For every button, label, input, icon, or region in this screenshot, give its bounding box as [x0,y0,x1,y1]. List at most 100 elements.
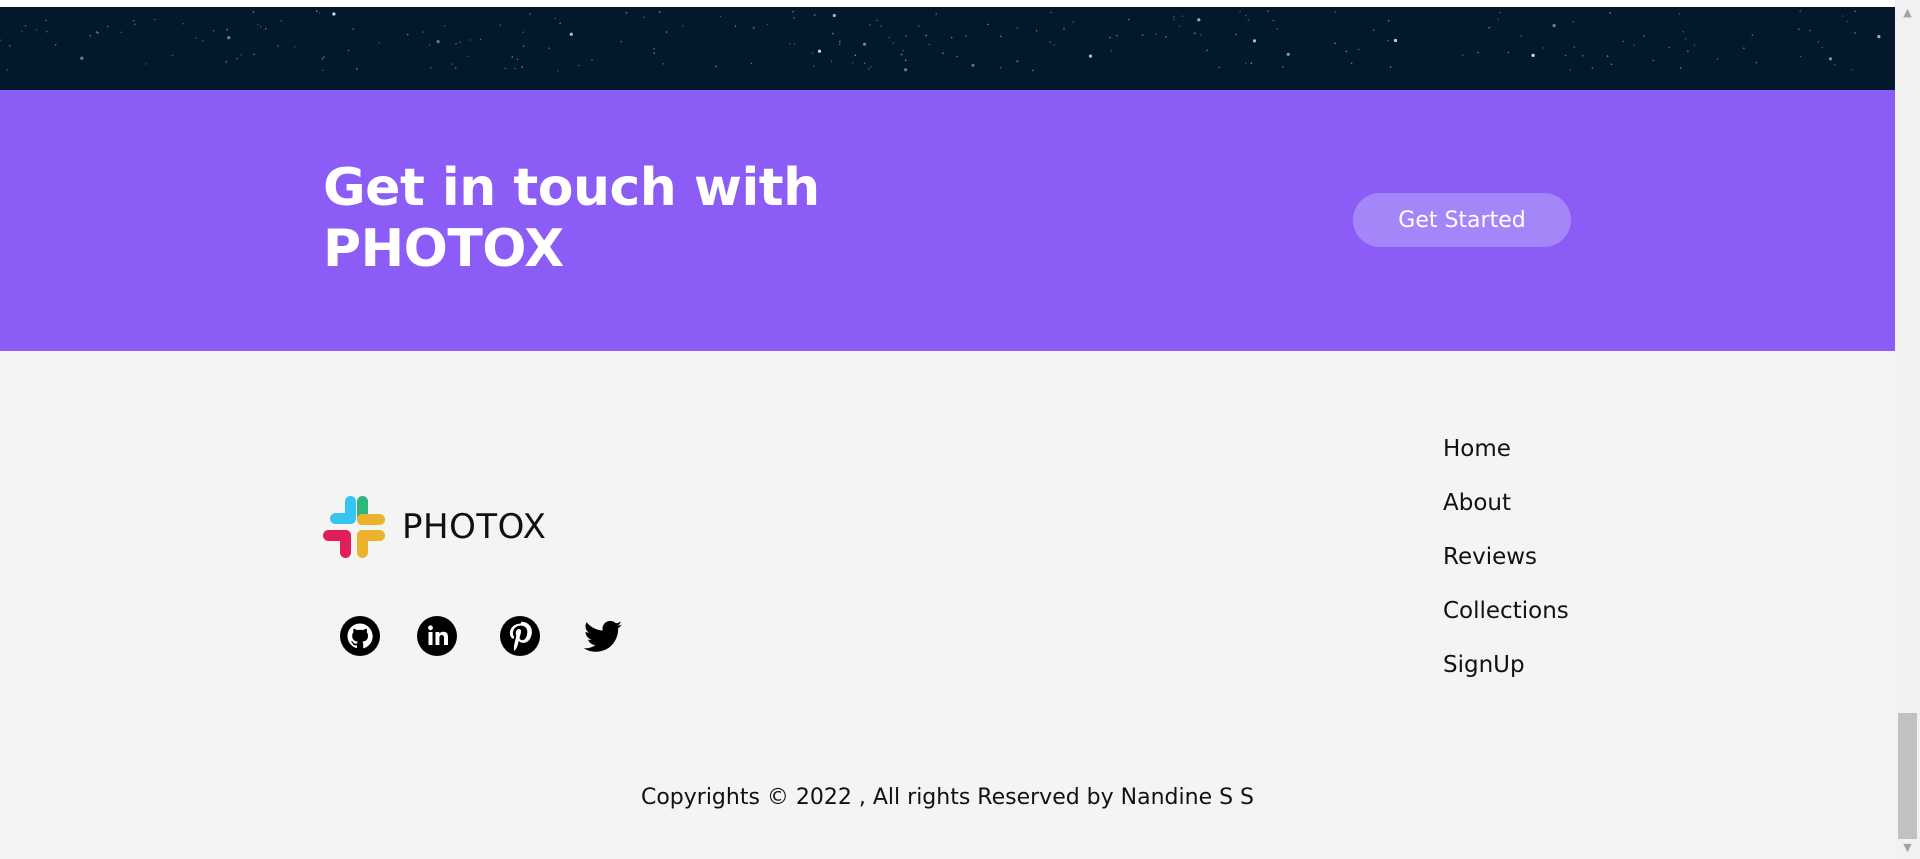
star [1286,52,1290,56]
pinterest-link[interactable] [499,615,541,657]
star [1821,46,1824,49]
star [867,68,870,70]
star [80,56,84,60]
nav-link-collections[interactable]: Collections [1443,598,1569,624]
star [6,68,8,71]
star [1488,26,1490,29]
star [277,45,279,47]
star [817,49,822,53]
nav-link-home[interactable]: Home [1443,436,1511,462]
star [1032,69,1034,72]
star [1678,13,1681,15]
star [1235,33,1237,36]
star [252,11,255,13]
scroll-up-arrow-icon[interactable]: ▲ [1895,2,1920,22]
star [1606,55,1609,57]
star [1573,46,1576,48]
star [1250,62,1253,64]
star [1682,30,1685,33]
star [1016,26,1019,29]
star [280,20,283,22]
star [21,30,23,33]
star [839,40,841,43]
star [428,44,431,46]
star [892,42,895,44]
star [1194,32,1196,34]
star [1357,48,1360,51]
brand-link[interactable]: PHOTOX [323,496,546,558]
star [880,25,882,27]
vertical-scrollbar[interactable]: ▲ ▼ [1895,0,1920,859]
star [1679,67,1682,69]
star [653,52,656,54]
nav-link-signup[interactable]: SignUp [1443,652,1525,678]
star [259,25,262,28]
star [1141,34,1144,36]
pinterest-icon [500,616,540,656]
star [318,12,321,14]
star [554,17,556,20]
top-edge [0,0,1895,7]
star [120,31,123,34]
twitter-link[interactable] [582,615,624,657]
star [1842,15,1844,17]
star [1854,32,1856,34]
star [1016,60,1018,63]
star [1072,21,1075,23]
star [1245,14,1247,17]
star [559,22,561,25]
star [1591,67,1594,69]
star [1520,34,1522,37]
star [225,60,228,63]
star [1110,49,1113,52]
star [854,54,857,57]
star [925,34,927,37]
star [935,13,937,15]
star [521,66,523,68]
star [838,43,841,45]
star [1393,38,1398,43]
cta-section [0,90,1895,351]
star [1817,41,1820,43]
star [264,28,267,30]
star [870,65,872,68]
star [1199,34,1202,36]
star [1609,12,1611,14]
get-started-button[interactable]: Get Started [1353,193,1571,247]
star [1389,66,1392,68]
nav-link-about[interactable]: About [1443,490,1511,516]
star [332,12,336,16]
scrollbar-thumb[interactable] [1898,713,1917,839]
star [1622,40,1624,43]
star [1000,35,1002,38]
nav-link-reviews[interactable]: Reviews [1443,544,1537,570]
star [1218,66,1221,69]
star [1372,29,1375,32]
page: Get in touch with PHOTOX Get Started PHO… [0,0,1920,859]
star [154,18,156,21]
star [658,11,661,13]
star [942,52,944,54]
star [813,65,815,67]
star [1477,51,1479,54]
linkedin-link[interactable] [416,615,458,657]
star [1155,33,1158,35]
star [182,22,184,25]
star [1063,27,1065,30]
github-link[interactable] [339,615,381,657]
star [35,28,38,31]
star [793,17,795,19]
scroll-down-arrow-icon[interactable]: ▼ [1895,837,1920,857]
star [715,65,717,68]
star [322,69,324,71]
star [965,35,967,37]
star [832,32,834,35]
star [1633,44,1635,46]
star [917,25,920,27]
footer-nav: Home About Reviews Collections SignUp [1443,422,1569,692]
star [422,31,424,33]
star [1668,46,1671,49]
star [469,39,471,41]
star [1050,11,1052,14]
star [511,56,514,58]
